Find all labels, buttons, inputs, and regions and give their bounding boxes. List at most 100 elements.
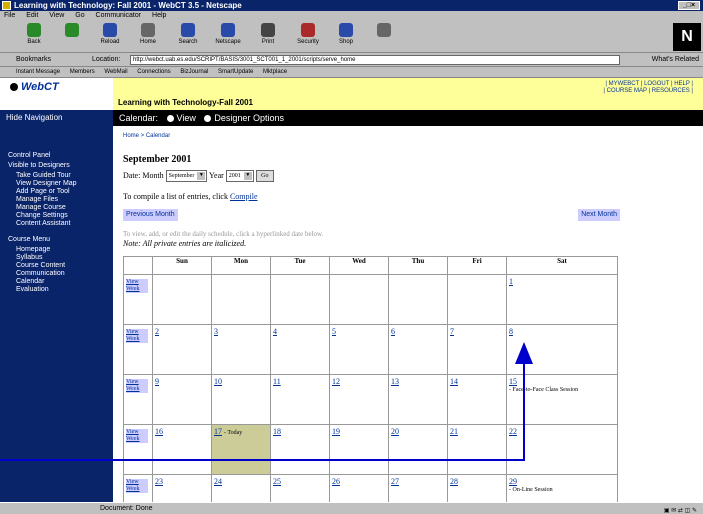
calendar-day-cell[interactable]: 1 (506, 274, 618, 325)
personal-bizjournal[interactable]: BizJournal (180, 69, 208, 75)
toolbar-button-8[interactable]: Shop (326, 23, 366, 52)
year-select[interactable]: 2001 (225, 170, 254, 183)
day-link[interactable]: 5 (332, 327, 336, 336)
day-link[interactable]: 6 (391, 327, 395, 336)
day-link[interactable]: 25 (273, 477, 281, 486)
toolbar-button-7[interactable]: Security (288, 23, 328, 52)
day-link[interactable]: 15 (509, 377, 517, 386)
calendar-day-cell[interactable]: 4 (270, 324, 330, 375)
calendar-day-cell[interactable]: 6 (388, 324, 448, 375)
calendar-day-cell[interactable]: 14 (447, 374, 507, 425)
calendar-day-cell[interactable]: 3 (211, 324, 271, 375)
day-link[interactable]: 21 (450, 427, 458, 436)
sidebar-item-designer-map[interactable]: View Designer Map (8, 180, 113, 188)
day-link[interactable]: 28 (450, 477, 458, 486)
menu-edit[interactable]: Edit (26, 12, 38, 19)
designer-options[interactable]: Designer Options (214, 113, 284, 123)
calendar-day-cell[interactable]: 11 (270, 374, 330, 425)
sidebar-item-calendar[interactable]: Calendar (8, 278, 113, 286)
day-link[interactable]: 24 (214, 477, 222, 486)
calendar-day-cell[interactable]: 7 (447, 324, 507, 375)
calendar-day-cell[interactable]: 5 (329, 324, 389, 375)
menu-file[interactable]: File (4, 12, 15, 19)
hide-navigation-link[interactable]: Hide Navigation (0, 110, 113, 126)
sidebar-item-add-page[interactable]: Add Page or Tool (8, 188, 113, 196)
sidebar-item-homepage[interactable]: Homepage (8, 246, 113, 254)
breadcrumb[interactable]: Home > Calendar (123, 133, 170, 139)
day-link[interactable]: 27 (391, 477, 399, 486)
view-option[interactable]: View (177, 113, 196, 123)
designer-radio-icon[interactable] (204, 115, 212, 122)
sidebar-item-change-settings[interactable]: Change Settings (8, 212, 113, 220)
day-link[interactable]: 10 (214, 377, 222, 386)
calendar-day-cell[interactable]: 21 (447, 424, 507, 475)
whats-related-button[interactable]: What's Related (652, 53, 699, 67)
top-links-row-2[interactable]: | COURSE MAP | RESOURCES | (583, 88, 693, 95)
personal-mktplace[interactable]: Mktplace (263, 69, 287, 75)
sidebar-item-content-assistant[interactable]: Content Assistant (8, 220, 113, 228)
personal-instant-message[interactable]: Instant Message (16, 69, 60, 75)
window-controls[interactable]: _□× (678, 1, 700, 10)
day-link[interactable]: 20 (391, 427, 399, 436)
day-link[interactable]: 13 (391, 377, 399, 386)
view-week-link[interactable]: View Week (126, 429, 148, 443)
url-field[interactable]: http://webct.uab.es.edu/SCRIPT/BASIS/300… (130, 55, 620, 65)
bookmarks-button[interactable]: Bookmarks (16, 53, 51, 67)
calendar-day-cell[interactable]: 12 (329, 374, 389, 425)
personal-members[interactable]: Members (70, 69, 95, 75)
toolbar-button-6[interactable]: Print (248, 23, 288, 52)
calendar-day-cell[interactable]: 13 (388, 374, 448, 425)
personal-connections[interactable]: Connections (137, 69, 170, 75)
menu-communicator[interactable]: Communicator (96, 12, 142, 19)
view-radio-icon[interactable] (166, 115, 174, 122)
sidebar-item-syllabus[interactable]: Syllabus (8, 254, 113, 262)
day-link[interactable]: 26 (332, 477, 340, 486)
calendar-day-cell[interactable]: 16 (152, 424, 212, 475)
toolbar-button-5[interactable]: Netscape (208, 23, 248, 52)
toolbar-button-3[interactable]: Home (128, 23, 168, 52)
day-link[interactable]: 12 (332, 377, 340, 386)
next-month-button[interactable]: Next Month (578, 209, 620, 221)
view-week-link[interactable]: View Week (126, 379, 148, 393)
day-link[interactable]: 22 (509, 427, 517, 436)
day-link[interactable]: 17 (214, 427, 222, 436)
day-link[interactable]: 3 (214, 327, 218, 336)
toolbar-button-9[interactable] (364, 23, 404, 52)
calendar-day-cell[interactable]: 19 (329, 424, 389, 475)
sidebar-item-guided-tour[interactable]: Take Guided Tour (8, 172, 113, 180)
month-select[interactable]: September (165, 170, 208, 183)
personal-webmail[interactable]: WebMail (104, 69, 127, 75)
calendar-day-cell[interactable]: 20 (388, 424, 448, 475)
toolbar-button-1[interactable] (52, 23, 92, 52)
sidebar-item-evaluation[interactable]: Evaluation (8, 286, 113, 294)
toolbar-button-0[interactable]: Back (14, 23, 54, 52)
menu-view[interactable]: View (49, 12, 64, 19)
day-link[interactable]: 11 (273, 377, 281, 386)
day-link[interactable]: 7 (450, 327, 454, 336)
day-link[interactable]: 16 (155, 427, 163, 436)
day-link[interactable]: 9 (155, 377, 159, 386)
toolbar-button-2[interactable]: Reload (90, 23, 130, 52)
calendar-day-cell[interactable]: 18 (270, 424, 330, 475)
view-week-link[interactable]: View Week (126, 329, 148, 343)
personal-smartupdate[interactable]: SmartUpdate (218, 69, 253, 75)
sidebar-item-course-content[interactable]: Course Content (8, 262, 113, 270)
day-link[interactable]: 18 (273, 427, 281, 436)
toolbar-button-4[interactable]: Search (168, 23, 208, 52)
calendar-day-cell[interactable]: 2 (152, 324, 212, 375)
compile-link[interactable]: Compile (230, 192, 258, 201)
day-link[interactable]: 8 (509, 327, 513, 336)
day-link[interactable]: 29 (509, 477, 517, 486)
day-link[interactable]: 2 (155, 327, 159, 336)
view-week-link[interactable]: View Week (126, 279, 148, 293)
previous-month-button[interactable]: Previous Month (123, 209, 178, 221)
day-link[interactable]: 4 (273, 327, 277, 336)
view-week-link[interactable]: View Week (126, 479, 148, 493)
sidebar-item-communication[interactable]: Communication (8, 270, 113, 278)
menu-go[interactable]: Go (75, 12, 84, 19)
day-link[interactable]: 19 (332, 427, 340, 436)
menu-help[interactable]: Help (152, 12, 166, 19)
sidebar-item-manage-files[interactable]: Manage Files (8, 196, 113, 204)
sidebar-item-manage-course[interactable]: Manage Course (8, 204, 113, 212)
top-links-row-1[interactable]: | MYWEBCT | LOGOUT | HELP | (583, 81, 693, 88)
